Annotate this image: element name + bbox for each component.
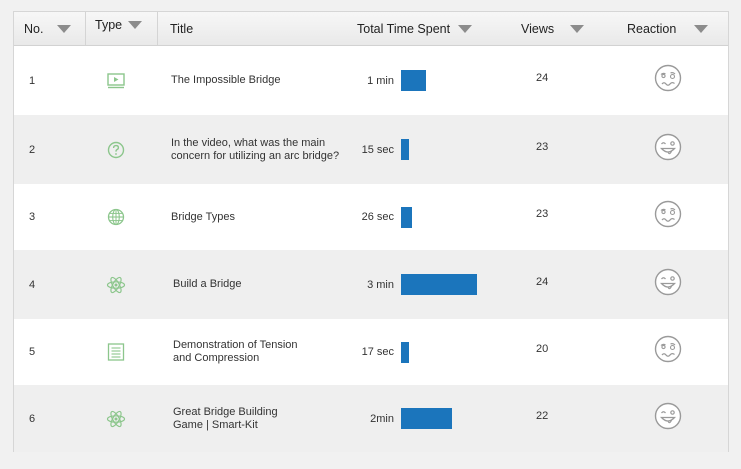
confused-face-icon xyxy=(654,46,682,92)
table-row[interactable]: 3 Bridge Types 26 sec 23 xyxy=(14,184,728,250)
time-spent-label: 15 sec xyxy=(361,143,394,156)
sort-caret-icon[interactable] xyxy=(694,24,709,33)
views-count: 23 xyxy=(536,141,549,153)
atom-icon xyxy=(106,250,126,319)
row-title[interactable]: Demonstration of Tension and Compression xyxy=(173,319,298,385)
views-count: 22 xyxy=(536,410,549,422)
sort-caret-icon[interactable] xyxy=(128,20,143,29)
sort-caret-icon[interactable] xyxy=(57,24,72,33)
happy-face-icon xyxy=(654,385,682,430)
column-header-type[interactable]: Type xyxy=(95,8,143,41)
time-spent-bar xyxy=(401,207,412,228)
column-divider xyxy=(85,12,86,45)
time-spent-bar xyxy=(401,274,477,295)
atom-icon xyxy=(106,385,126,452)
views-count: 24 xyxy=(536,72,549,84)
row-title[interactable]: Bridge Types xyxy=(171,184,235,250)
views-count: 20 xyxy=(536,343,549,355)
table-row[interactable]: 2 In the video, what was the main concern… xyxy=(14,115,728,184)
column-header-no[interactable]: No. xyxy=(24,12,72,45)
time-spent-label: 1 min xyxy=(367,74,394,87)
column-divider xyxy=(157,12,158,45)
globe-icon xyxy=(107,184,125,250)
confused-face-icon xyxy=(654,184,682,228)
table-row[interactable]: 1 The Impossible Bridge 1 min 24 xyxy=(14,46,728,115)
row-number: 6 xyxy=(29,412,36,425)
column-header-reaction[interactable]: Reaction xyxy=(627,12,709,45)
row-title[interactable]: Build a Bridge xyxy=(173,250,242,319)
column-header-views[interactable]: Views xyxy=(521,12,585,45)
table-row[interactable]: 6 Great Bridge Building Game | Smart-Kit 2… xyxy=(14,385,728,452)
row-number: 5 xyxy=(29,346,36,358)
column-header-reaction-label: Reaction xyxy=(627,21,677,36)
happy-face-icon xyxy=(654,250,682,296)
table-row[interactable]: 5 Demonstration of Tension and Compressio… xyxy=(14,319,728,385)
row-title[interactable]: The Impossible Bridge xyxy=(171,46,280,115)
row-number: 1 xyxy=(29,74,36,87)
column-header-title[interactable]: Title xyxy=(170,12,193,45)
time-spent-label: 3 min xyxy=(367,278,394,291)
video-icon xyxy=(107,46,125,115)
question-icon xyxy=(107,115,125,184)
time-spent-label: 26 sec xyxy=(361,211,394,223)
table-header: No. Type Title Total Time Spent Views Re… xyxy=(14,12,728,46)
column-header-type-label: Type xyxy=(95,17,123,32)
confused-face-icon xyxy=(654,319,682,363)
column-header-title-label: Title xyxy=(170,21,194,36)
views-count: 24 xyxy=(536,276,549,288)
time-spent-bar xyxy=(401,342,409,363)
time-spent-bar xyxy=(401,139,409,160)
activity-table: No. Type Title Total Time Spent Views Re… xyxy=(13,11,729,452)
sort-caret-icon[interactable] xyxy=(570,24,585,33)
column-header-views-label: Views xyxy=(521,21,555,36)
column-header-time[interactable]: Total Time Spent xyxy=(357,12,473,45)
time-spent-bar xyxy=(401,408,452,429)
row-number: 3 xyxy=(29,211,36,223)
sort-caret-icon[interactable] xyxy=(458,24,473,33)
row-number: 2 xyxy=(29,143,36,156)
table-row[interactable]: 4 Build a Bridge 3 min 24 xyxy=(14,250,728,319)
row-title[interactable]: In the video, what was the main concern … xyxy=(171,115,339,184)
column-header-no-label: No. xyxy=(24,21,44,36)
happy-face-icon xyxy=(654,115,682,161)
time-spent-label: 17 sec xyxy=(361,346,394,358)
row-title[interactable]: Great Bridge Building Game | Smart-Kit xyxy=(173,385,278,452)
time-spent-bar xyxy=(401,70,426,91)
column-header-time-label: Total Time Spent xyxy=(357,21,451,36)
document-icon xyxy=(107,319,125,385)
views-count: 23 xyxy=(536,208,549,220)
time-spent-label: 2min xyxy=(370,412,394,425)
row-number: 4 xyxy=(29,278,36,291)
